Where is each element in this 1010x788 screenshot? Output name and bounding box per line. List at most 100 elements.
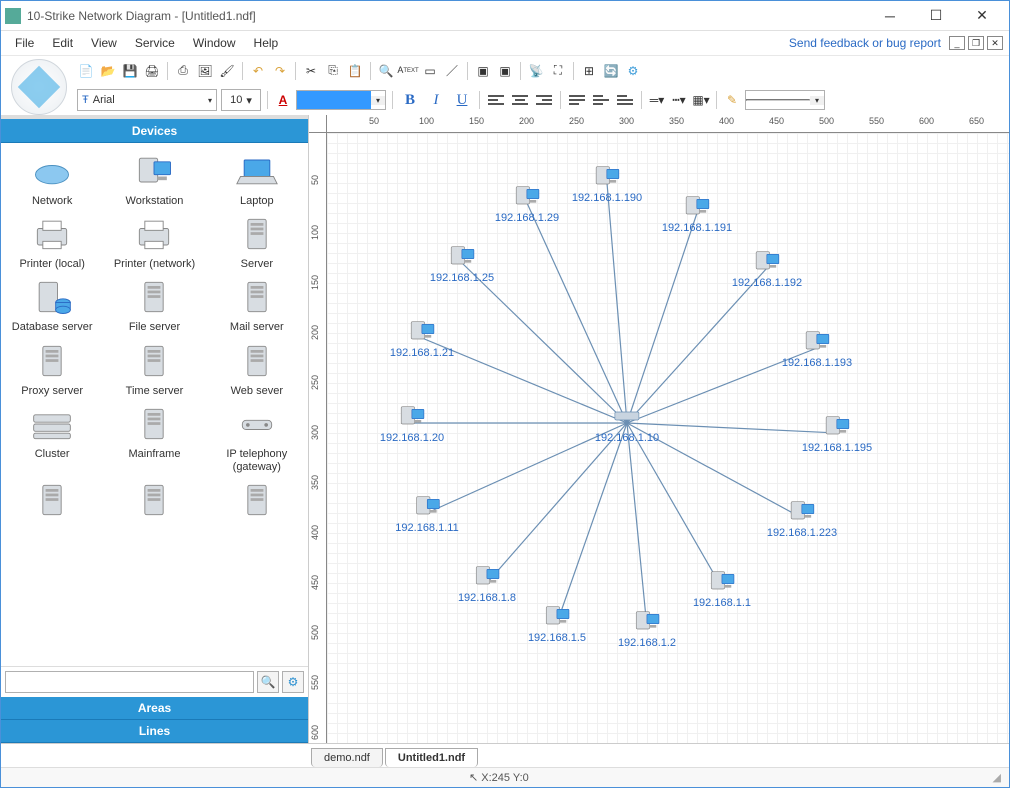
node-14[interactable]: 192.168.1.2 [618,607,676,649]
line-color-icon[interactable]: ✎ [723,91,741,109]
areas-panel-header[interactable]: Areas [1,697,308,720]
line-color-select[interactable]: ▾ [745,90,825,110]
maximize-button[interactable]: ☐ [913,1,959,30]
line-style-icon[interactable]: ═▾ [648,91,666,109]
node-12[interactable]: 192.168.1.1 [693,567,751,609]
device-label: Mail server [212,321,302,334]
new-file-icon[interactable]: 📄 [77,62,95,80]
device-item-timeserver[interactable]: Time server [109,339,199,400]
copy-icon[interactable]: ⎘ [324,62,342,80]
shape-icon[interactable]: ▭ [421,62,439,80]
valign-bot-icon[interactable] [615,91,635,109]
image-icon[interactable]: 🖼 [196,62,214,80]
align-right-icon[interactable] [534,91,554,109]
device-item-webserver[interactable]: Web sever [212,339,302,400]
device-item-more[interactable] [7,478,97,526]
redo-icon[interactable]: ↷ [271,62,289,80]
bold-button[interactable]: B [399,90,421,110]
device-item-pc[interactable]: Workstation [109,149,199,210]
group-icon[interactable]: ▣ [474,62,492,80]
feedback-link[interactable]: Send feedback or bug report [789,36,941,50]
node-9[interactable]: 192.168.1.11 [395,492,458,534]
node-7[interactable]: 192.168.1.20 [380,402,444,444]
menu-edit[interactable]: Edit [44,34,81,52]
underline-button[interactable]: U [451,90,473,110]
open-file-icon[interactable]: 📂 [99,62,117,80]
document-tab[interactable]: Untitled1.ndf [385,748,478,767]
node-5[interactable]: 192.168.1.21 [390,317,454,359]
line-dash-icon[interactable]: ┅▾ [670,91,688,109]
node-center[interactable]: 192.168.1.10 [595,402,659,444]
settings-icon[interactable]: ⚙ [624,62,642,80]
device-settings-button[interactable]: ⚙ [282,671,304,693]
line-icon[interactable]: ／ [443,62,461,80]
menu-view[interactable]: View [83,34,125,52]
devices-panel-header[interactable]: Devices [1,119,308,143]
paste-icon[interactable]: 📋 [346,62,364,80]
undo-icon[interactable]: ↶ [249,62,267,80]
export-icon[interactable]: ⎙ [174,62,192,80]
device-item-mailserver[interactable]: Mail server [212,275,302,336]
italic-button[interactable]: I [425,90,447,110]
refresh-icon[interactable]: 🔄 [602,62,620,80]
device-item-fileserver[interactable]: File server [109,275,199,336]
workstation-icon [411,492,443,520]
close-button[interactable]: ✕ [959,1,1005,30]
cut-icon[interactable]: ✂ [302,62,320,80]
device-item-cloud[interactable]: Network [7,149,97,210]
pattern-icon[interactable]: ▦▾ [692,91,710,109]
font-size-select[interactable]: 10 ▾ [221,89,261,111]
device-item-printer-net[interactable]: Printer (network) [109,212,199,273]
node-0[interactable]: 192.168.1.190 [572,162,642,204]
minimize-button[interactable]: ─ [867,1,913,30]
menu-window[interactable]: Window [185,34,244,52]
app-logo[interactable] [11,59,67,115]
node-13[interactable]: 192.168.1.5 [528,602,586,644]
fill-color-select[interactable]: ▾ [296,90,386,110]
device-search-button[interactable]: 🔍 [257,671,279,693]
menu-help[interactable]: Help [246,34,287,52]
mdi-close[interactable]: ✕ [987,36,1003,50]
device-item-proxy[interactable]: Proxy server [7,339,97,400]
node-1[interactable]: 192.168.1.29 [495,182,559,224]
menu-service[interactable]: Service [127,34,183,52]
node-4[interactable]: 192.168.1.192 [732,247,802,289]
device-item-printer[interactable]: Printer (local) [7,212,97,273]
diagram-canvas[interactable]: 192.168.1.10192.168.1.190192.168.1.29192… [327,133,1009,743]
devices-grid[interactable]: NetworkWorkstationLaptopPrinter (local)P… [1,143,308,666]
align-center-icon[interactable] [510,91,530,109]
mdi-restore[interactable]: ❐ [968,36,984,50]
find-icon[interactable]: 🔍 [377,62,395,80]
device-item-iptel[interactable]: IP telephony (gateway) [212,402,302,476]
font-family-select[interactable]: Ŧ Arial ▾ [77,89,217,111]
print-icon[interactable]: 🖨 [143,62,161,80]
device-item-cluster[interactable]: Cluster [7,402,97,476]
valign-mid-icon[interactable] [591,91,611,109]
device-item-dbserver[interactable]: Database server [7,275,97,336]
valign-top-icon[interactable] [567,91,587,109]
device-item-server[interactable]: Server [212,212,302,273]
device-item-mainframe[interactable]: Mainframe [109,402,199,476]
node-3[interactable]: 192.168.1.25 [430,242,494,284]
node-2[interactable]: 192.168.1.191 [662,192,732,234]
align-left-icon[interactable] [486,91,506,109]
node-6[interactable]: 192.168.1.193 [782,327,852,369]
font-color-icon[interactable]: A [274,91,292,109]
device-search-input[interactable] [5,671,254,693]
node-10[interactable]: 192.168.1.223 [767,497,837,539]
resize-grip-icon[interactable]: ◢ [993,771,1001,784]
layout-icon[interactable]: ⊞ [580,62,598,80]
document-tab[interactable]: demo.ndf [311,748,383,767]
paint-icon[interactable]: 🖌 [218,62,236,80]
menu-file[interactable]: File [7,34,42,52]
device-item-laptop[interactable]: Laptop [212,149,302,210]
zoom-fit-icon[interactable]: ⛶ [549,62,567,80]
ungroup-icon[interactable]: ▣ [496,62,514,80]
mdi-minimize[interactable]: _ [949,36,965,50]
node-11[interactable]: 192.168.1.8 [458,562,516,604]
save-file-icon[interactable]: 💾 [121,62,139,80]
text-tool-icon[interactable]: ATEXT [399,62,417,80]
node-8[interactable]: 192.168.1.195 [802,412,872,454]
lines-panel-header[interactable]: Lines [1,720,308,743]
scan-icon[interactable]: 📡 [527,62,545,80]
